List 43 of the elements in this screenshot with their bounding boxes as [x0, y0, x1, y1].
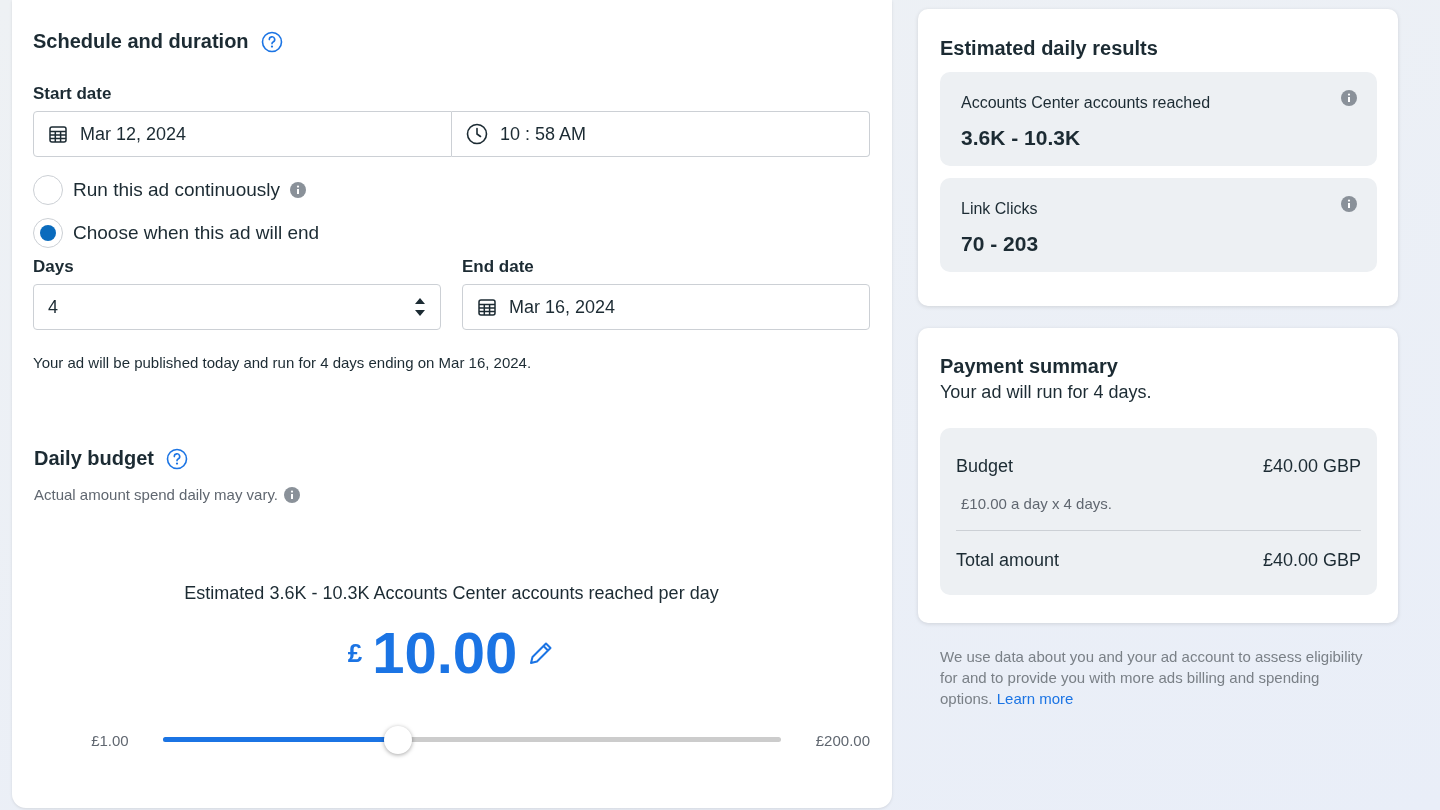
currency-symbol: £ — [347, 637, 363, 669]
row-detail: £10.00 a day x 4 days. — [961, 495, 1113, 512]
metric-value: 70 - 203 — [961, 232, 1040, 256]
info-icon[interactable] — [284, 486, 300, 503]
summary-text: Your ad will be published today and run for 4 days ending on Mar 16, 2024. — [33, 354, 533, 371]
field-label: Days — [33, 257, 75, 277]
field-label: End date — [462, 257, 535, 277]
row-amount: £40.00 GBP — [1262, 550, 1361, 571]
max-label: £200.00 — [815, 731, 870, 749]
time-field[interactable]: 10 : 58 AM — [452, 111, 870, 157]
row-amount: £40.00 GBP — [1262, 456, 1361, 477]
row-label: Budget — [956, 456, 1014, 477]
min-label: £1.00 — [90, 731, 129, 749]
info-icon[interactable] — [1341, 196, 1357, 212]
section-title: Schedule and duration — [33, 30, 249, 53]
metric-label: Link Clicks — [961, 200, 1038, 218]
budget-amount: 10.00 — [372, 620, 518, 686]
learn-more-link[interactable]: Learn more — [996, 690, 1074, 707]
clock-icon — [466, 123, 488, 145]
row-label: Total amount — [956, 550, 1060, 571]
date-field[interactable]: Mar 16, 2024 — [462, 284, 870, 330]
section-title: Daily budget — [34, 447, 154, 470]
info-icon[interactable] — [1341, 90, 1357, 106]
metric-label: Accounts Center accounts reached — [961, 94, 1211, 112]
help-icon[interactable] — [166, 447, 188, 470]
card-subtitle: Your ad will run for 4 days. — [940, 382, 1153, 403]
disclaimer-text: We use data about you and your ad account to assess eligibility for and to provide you with more ads billing and spending options. Learn more — [940, 647, 1364, 709]
help-icon[interactable] — [260, 30, 283, 53]
hint-text: Actual amount spend daily may vary. — [34, 486, 278, 503]
radio-label: Run this ad continuously — [73, 178, 280, 201]
budget-slider[interactable] — [162, 726, 781, 754]
info-icon[interactable] — [290, 181, 306, 198]
field-label: Start date — [33, 84, 113, 104]
metric-value: 3.6K - 10.3K — [961, 126, 1082, 150]
calendar-icon — [477, 297, 497, 317]
radio-label: Choose when this ad will end — [73, 221, 320, 244]
estimate-text: Estimated 3.6K - 10.3K Accounts Center accounts reached per day — [183, 583, 720, 604]
date-field[interactable]: Mar 12, 2024 — [33, 111, 452, 157]
slider-thumb[interactable] — [383, 726, 412, 754]
number-field[interactable]: 4 — [33, 284, 441, 330]
card-title: Payment summary — [940, 355, 1119, 378]
card-title: Estimated daily results — [940, 37, 1159, 60]
calendar-icon — [48, 124, 68, 144]
